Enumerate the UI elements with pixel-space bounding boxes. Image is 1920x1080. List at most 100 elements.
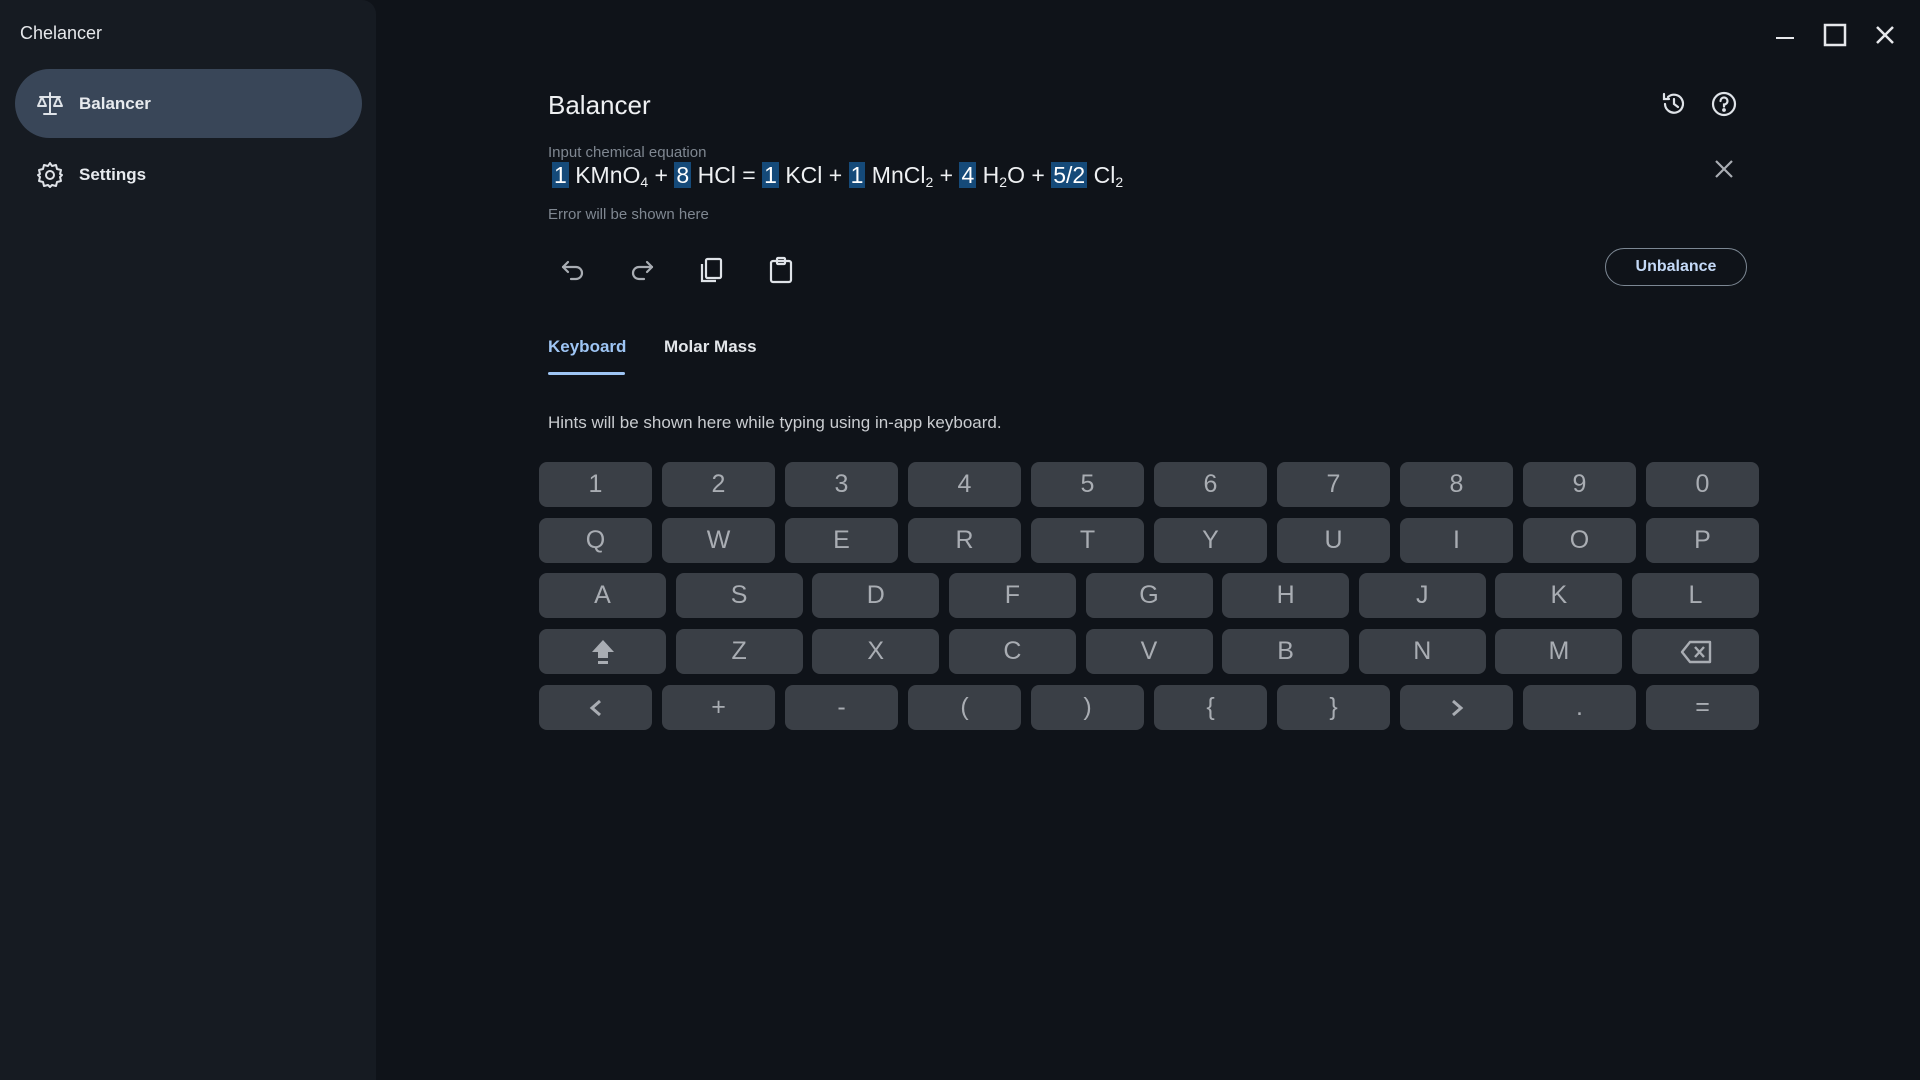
help-icon: [1711, 91, 1737, 117]
formula: Cl: [1093, 162, 1116, 188]
subscript: 4: [640, 174, 649, 190]
close-window-button[interactable]: [1870, 20, 1900, 50]
key[interactable]: Y: [1154, 518, 1267, 563]
key[interactable]: 1: [539, 462, 652, 507]
gear-icon: [35, 160, 65, 190]
key[interactable]: (: [908, 685, 1021, 730]
maximize-icon: [1823, 23, 1847, 47]
redo-icon: [631, 260, 654, 281]
sidebar-item-balancer[interactable]: Balancer: [15, 69, 362, 138]
key[interactable]: R: [908, 518, 1021, 563]
key[interactable]: J: [1358, 573, 1486, 618]
key[interactable]: Z: [675, 629, 803, 674]
paste-button[interactable]: [761, 250, 801, 290]
history-icon: [1662, 92, 1685, 114]
key[interactable]: 0: [1646, 462, 1759, 507]
sidebar-item-label: Balancer: [79, 93, 151, 113]
key[interactable]: K: [1495, 573, 1623, 618]
sidebar-item-settings[interactable]: Settings: [15, 140, 362, 209]
page-title: Balancer: [548, 90, 651, 120]
key[interactable]: E: [785, 518, 898, 563]
undo-button[interactable]: [553, 250, 593, 290]
keyboard-row: 1234567890: [539, 462, 1759, 507]
key[interactable]: .: [1523, 685, 1636, 730]
key[interactable]: F: [948, 573, 1076, 618]
keyboard-row: + -(){}. =: [539, 685, 1759, 730]
key[interactable]: -: [785, 685, 898, 730]
subscript: 2: [999, 174, 1008, 190]
clipboard-icon: [769, 256, 793, 284]
chevron-left-icon: [587, 698, 605, 718]
tab-keyboard[interactable]: Keyboard: [548, 337, 626, 357]
close-icon: [1876, 26, 1894, 44]
key[interactable]: P: [1646, 518, 1759, 563]
history-button[interactable]: [1656, 86, 1692, 122]
key[interactable]: S: [675, 573, 803, 618]
key[interactable]: 7: [1277, 462, 1390, 507]
coefficient: 1: [762, 162, 779, 188]
tab-indicator: [548, 372, 625, 375]
close-icon: [1715, 160, 1733, 178]
redo-button[interactable]: [622, 250, 662, 290]
key[interactable]: T: [1031, 518, 1144, 563]
equation-input[interactable]: 1 KMnO4 + 8 HCl = 1 KCl + 1 MnCl2 + 4 H2…: [552, 162, 1123, 189]
shift-key[interactable]: [539, 629, 666, 674]
chevron-right-icon: [1448, 698, 1466, 718]
shift-icon: [590, 638, 616, 666]
key[interactable]: H: [1222, 573, 1350, 618]
equation-operator: +: [648, 162, 675, 188]
equation-operator: +: [933, 162, 960, 188]
clear-input-button[interactable]: [1706, 151, 1742, 187]
chevron-left-key[interactable]: [539, 685, 652, 730]
key[interactable]: X: [812, 629, 940, 674]
sidebar-item-label: Settings: [79, 164, 147, 184]
help-button[interactable]: [1706, 86, 1742, 122]
key[interactable]: C: [948, 629, 1076, 674]
key[interactable]: =: [1646, 685, 1759, 730]
formula: KCl: [785, 162, 823, 188]
balance-scale-icon: [35, 89, 65, 119]
formula: H: [982, 162, 1000, 188]
key[interactable]: M: [1495, 629, 1623, 674]
key[interactable]: }: [1277, 685, 1390, 730]
key[interactable]: 4: [908, 462, 1021, 507]
formula-tail: O: [1007, 162, 1025, 188]
chevron-right-key[interactable]: [1400, 685, 1513, 730]
maximize-button[interactable]: [1820, 20, 1850, 50]
hint-text: Hints will be shown here while typing us…: [548, 413, 1002, 432]
key[interactable]: B: [1222, 629, 1350, 674]
coefficient: 1: [552, 162, 569, 188]
keyboard-row: ASDFGHJKL: [539, 573, 1759, 618]
unbalance-button[interactable]: Unbalance: [1605, 248, 1747, 286]
key[interactable]: O: [1523, 518, 1636, 563]
key[interactable]: W: [662, 518, 775, 563]
key[interactable]: G: [1085, 573, 1213, 618]
key[interactable]: I: [1400, 518, 1513, 563]
key[interactable]: V: [1085, 629, 1213, 674]
key[interactable]: {: [1154, 685, 1267, 730]
key[interactable]: D: [812, 573, 940, 618]
key[interactable]: 9: [1523, 462, 1636, 507]
key[interactable]: 2: [662, 462, 775, 507]
key[interactable]: Q: [539, 518, 652, 563]
error-text: Error will be shown here: [548, 206, 709, 223]
key[interactable]: 3: [785, 462, 898, 507]
key[interactable]: ): [1031, 685, 1144, 730]
copy-button[interactable]: [691, 250, 731, 290]
key[interactable]: 6: [1154, 462, 1267, 507]
key[interactable]: L: [1632, 573, 1759, 618]
key[interactable]: 5: [1031, 462, 1144, 507]
minimize-button[interactable]: [1770, 20, 1800, 50]
formula: KMnO: [575, 162, 641, 188]
key[interactable]: A: [539, 573, 666, 618]
key[interactable]: U: [1277, 518, 1390, 563]
tab-molar-mass[interactable]: Molar Mass: [664, 337, 757, 357]
key[interactable]: N: [1358, 629, 1486, 674]
backspace-key[interactable]: [1632, 629, 1759, 674]
backspace-icon: [1680, 640, 1712, 664]
key[interactable]: +: [662, 685, 775, 730]
equation-operator: +: [1024, 162, 1052, 188]
coefficient: 4: [959, 162, 977, 188]
coefficient: 1: [848, 162, 866, 188]
key[interactable]: 8: [1400, 462, 1513, 507]
